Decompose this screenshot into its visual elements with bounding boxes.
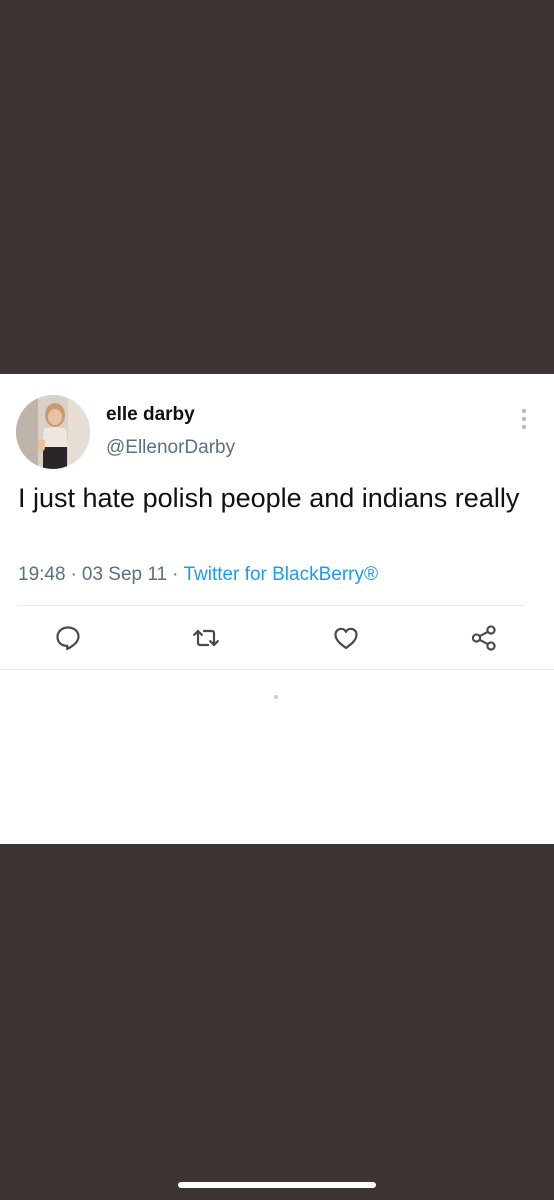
retweet-icon[interactable] bbox=[192, 624, 220, 652]
avatar[interactable] bbox=[16, 395, 90, 469]
tweet-source-link[interactable]: Twitter for BlackBerry® bbox=[183, 564, 378, 585]
display-name[interactable]: elle darby bbox=[106, 404, 195, 426]
tweet-time[interactable]: 19:48 bbox=[18, 564, 66, 585]
meta-separator: · bbox=[172, 564, 179, 585]
tweet-card: elle darby @EllenorDarby I just hate pol… bbox=[0, 374, 554, 844]
meta-divider bbox=[18, 605, 524, 606]
tweet-meta: 19:48 · 03 Sep 11 · Twitter for BlackBerry® bbox=[18, 564, 378, 586]
meta-separator: · bbox=[70, 564, 77, 585]
heart-icon[interactable] bbox=[332, 624, 360, 652]
more-vertical-icon[interactable] bbox=[519, 408, 529, 430]
avatar-image bbox=[16, 395, 90, 469]
loading-indicator bbox=[274, 695, 278, 699]
share-icon[interactable] bbox=[470, 624, 498, 652]
reply-icon[interactable] bbox=[54, 624, 82, 652]
actions-divider bbox=[0, 669, 554, 670]
home-indicator[interactable] bbox=[178, 1182, 376, 1188]
user-handle[interactable]: @EllenorDarby bbox=[106, 437, 235, 459]
tweet-date[interactable]: 03 Sep 11 bbox=[82, 564, 167, 585]
tweet-text: I just hate polish people and indians re… bbox=[18, 483, 520, 513]
